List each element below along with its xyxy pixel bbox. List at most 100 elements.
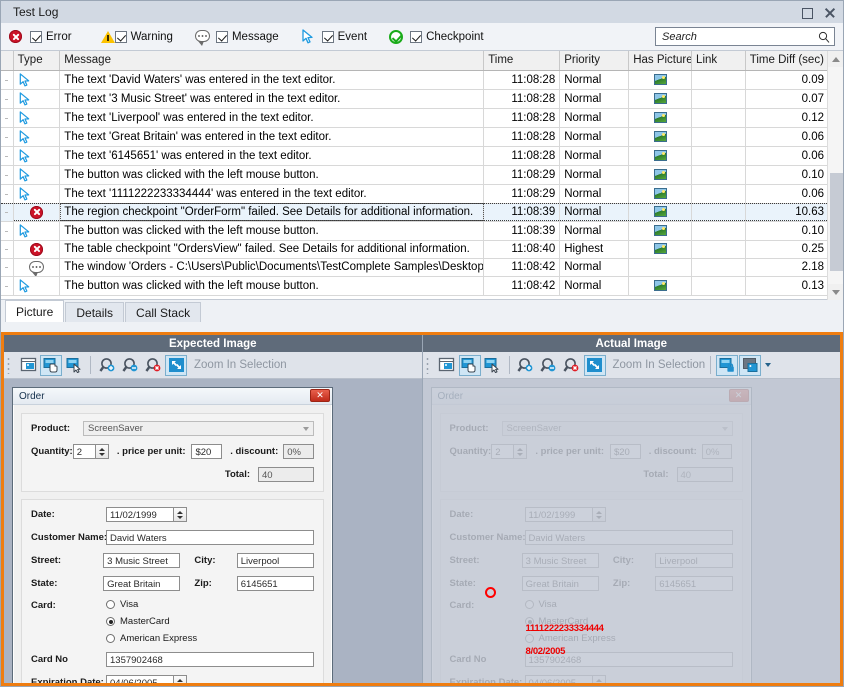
order-dialog-close-icon-actual[interactable]: ✕ (729, 389, 749, 402)
state-input-actual[interactable]: Great Britain (522, 576, 599, 591)
col-header-has-picture[interactable]: Has Picture (629, 51, 692, 70)
col-header-type[interactable]: Type (13, 51, 60, 70)
filter-warning[interactable]: Warning (94, 29, 173, 44)
table-row[interactable]: The window 'Orders - C:\Users\Public\Doc… (1, 258, 829, 276)
expiration-stepper[interactable] (174, 675, 187, 683)
filter-warning-checkbox[interactable] (115, 31, 127, 43)
tab-call-stack[interactable]: Call Stack (125, 302, 201, 322)
street-input[interactable]: 3 Music Street (103, 553, 180, 568)
product-select[interactable]: ScreenSaver (83, 421, 314, 436)
city-input[interactable]: Liverpool (237, 553, 314, 568)
date-input-actual[interactable]: 11/02/1999 (525, 507, 593, 522)
card-option-amex-actual[interactable]: American Express (525, 633, 616, 644)
table-row[interactable]: The text '1111222233334444' was entered … (1, 184, 829, 203)
city-input-actual[interactable]: Liverpool (655, 553, 732, 568)
fit-image-icon[interactable] (436, 355, 458, 376)
card-option-mastercard[interactable]: MasterCard (106, 616, 197, 627)
expected-image-canvas[interactable]: Order ✕ Product: ScreenSaver (4, 379, 422, 683)
filter-event-checkbox[interactable] (322, 31, 334, 43)
product-select-actual[interactable]: ScreenSaver (502, 421, 733, 436)
table-row[interactable]: The text '6145651' was entered in the te… (1, 146, 829, 165)
expand-arrows-icon[interactable] (165, 355, 187, 376)
zoom-in-icon[interactable] (96, 355, 118, 376)
table-row[interactable]: The button was clicked with the left mou… (1, 165, 829, 184)
search-box[interactable] (655, 27, 835, 46)
quantity-stepper[interactable] (96, 444, 109, 459)
expiration-input-actual[interactable]: 04/06/2005 (525, 675, 593, 683)
quantity-input[interactable]: 2 (73, 444, 96, 459)
col-header-link[interactable]: Link (692, 51, 746, 70)
filter-event[interactable]: Event (301, 29, 367, 44)
toolbar-grip[interactable] (7, 357, 13, 374)
tab-details[interactable]: Details (65, 302, 124, 322)
filter-message-checkbox[interactable] (216, 31, 228, 43)
zoom-out-icon[interactable] (538, 355, 560, 376)
log-grid[interactable]: Type Message Time Priority Has Picture L… (1, 51, 843, 300)
filter-error-checkbox[interactable] (30, 31, 42, 43)
price-input-actual[interactable]: $20 (610, 444, 641, 459)
toolbar-overflow-chevron-icon[interactable] (762, 355, 773, 376)
price-input[interactable]: $20 (191, 444, 222, 459)
col-header-time[interactable]: Time (484, 51, 560, 70)
zip-input[interactable]: 6145651 (237, 576, 314, 591)
card-option-visa-actual[interactable]: Visa (525, 599, 616, 610)
product-label: Product: (31, 423, 83, 434)
date-stepper[interactable] (174, 507, 187, 522)
scrollbar-thumb[interactable] (830, 173, 843, 271)
table-row[interactable]: The text 'Liverpool' was entered in the … (1, 108, 829, 127)
table-row[interactable]: The region checkpoint "OrderForm" failed… (1, 203, 829, 221)
expiration-stepper-actual[interactable] (593, 675, 606, 683)
col-header-message[interactable]: Message (60, 51, 484, 70)
filter-checkpoint-checkbox[interactable] (410, 31, 422, 43)
col-header-time-diff[interactable]: Time Diff (sec) (745, 51, 828, 70)
zoom-reset-icon[interactable] (142, 355, 164, 376)
card-option-amex[interactable]: American Express (106, 633, 197, 644)
actual-image-canvas[interactable]: Order ✕ Product: ScreenSaver (423, 379, 841, 683)
col-header-priority[interactable]: Priority (560, 51, 629, 70)
arrow-select-icon[interactable] (63, 355, 85, 376)
table-row[interactable]: The text '3 Music Street' was entered in… (1, 89, 829, 108)
filter-message[interactable]: Message (195, 29, 279, 44)
table-row[interactable]: The table checkpoint "OrdersView" failed… (1, 240, 829, 258)
cardno-input[interactable]: 1357902468 (106, 652, 314, 667)
toolbar-grip[interactable] (426, 357, 432, 374)
fit-image-icon[interactable] (17, 355, 39, 376)
table-row[interactable]: The text 'Great Britain' was entered in … (1, 127, 829, 146)
date-input[interactable]: 11/02/1999 (106, 507, 174, 522)
card-option-visa[interactable]: Visa (106, 599, 197, 610)
row-has-picture (629, 258, 692, 276)
scroll-down-icon[interactable] (828, 284, 844, 300)
customer-input[interactable]: David Waters (106, 530, 314, 545)
image-compare-icon[interactable] (739, 355, 761, 376)
tab-picture[interactable]: Picture (5, 300, 64, 322)
image-lock-icon[interactable] (716, 355, 738, 376)
close-icon[interactable] (824, 7, 835, 18)
customer-input-actual[interactable]: David Waters (525, 530, 733, 545)
row-message: The text 'David Waters' was entered in t… (60, 70, 484, 89)
zoom-reset-icon[interactable] (561, 355, 583, 376)
state-input[interactable]: Great Britain (103, 576, 180, 591)
hand-pan-icon[interactable] (40, 355, 62, 376)
hand-pan-icon[interactable] (459, 355, 481, 376)
maximize-icon[interactable] (802, 7, 813, 18)
quantity-stepper-actual[interactable] (514, 444, 527, 459)
expiration-input[interactable]: 04/06/2005 (106, 675, 174, 683)
order-dialog-close-icon[interactable]: ✕ (310, 389, 330, 402)
table-row[interactable]: The button was clicked with the left mou… (1, 221, 829, 240)
search-input[interactable] (660, 30, 818, 44)
table-row[interactable]: The text 'David Waters' was entered in t… (1, 70, 829, 89)
zoom-in-icon[interactable] (515, 355, 537, 376)
date-stepper-actual[interactable] (593, 507, 606, 522)
arrow-select-icon[interactable] (482, 355, 504, 376)
filter-error[interactable]: Error (9, 29, 72, 44)
zip-input-actual[interactable]: 6145651 (655, 576, 732, 591)
grid-vertical-scrollbar[interactable] (827, 51, 843, 300)
expand-arrows-icon[interactable] (584, 355, 606, 376)
row-priority: Normal (560, 89, 629, 108)
scroll-up-icon[interactable] (828, 51, 844, 67)
filter-checkpoint[interactable]: Checkpoint (389, 29, 484, 44)
quantity-input-actual[interactable]: 2 (491, 444, 514, 459)
table-row[interactable]: The button was clicked with the left mou… (1, 276, 829, 295)
street-input-actual[interactable]: 3 Music Street (522, 553, 599, 568)
zoom-out-icon[interactable] (119, 355, 141, 376)
